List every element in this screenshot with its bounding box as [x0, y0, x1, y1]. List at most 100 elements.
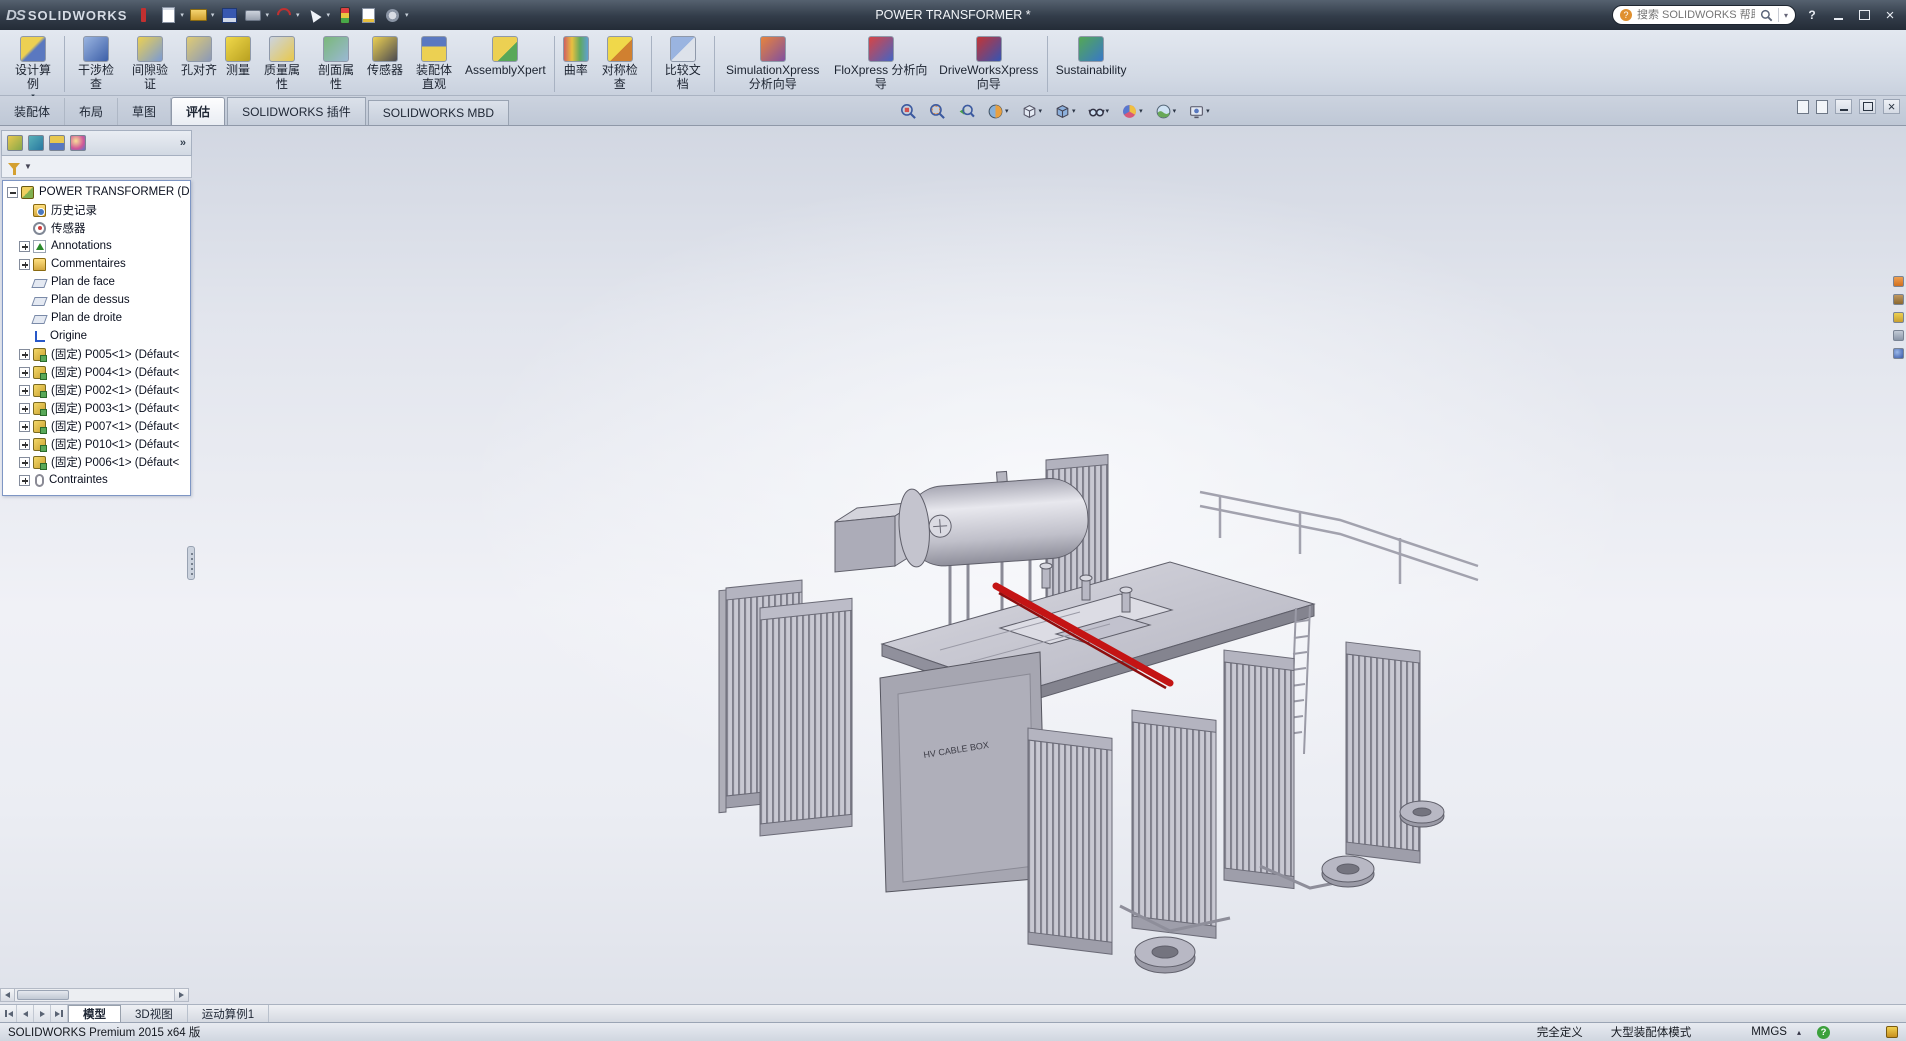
expand-icon[interactable] [19, 403, 30, 414]
view-palette-icon[interactable] [1893, 330, 1904, 341]
first-tab-button[interactable] [0, 1005, 17, 1022]
document-restore-button[interactable] [1859, 99, 1876, 114]
display-style-button[interactable] [1052, 101, 1078, 122]
save-button[interactable] [217, 3, 241, 27]
scroll-left-button[interactable] [1, 989, 15, 1001]
last-tab-button[interactable] [51, 1005, 68, 1022]
tree-item-annotations[interactable]: Annotations [3, 237, 190, 255]
undo-dropdown[interactable] [296, 11, 300, 19]
tree-item-plan-de-face[interactable]: Plan de face [3, 273, 190, 291]
ribbon-button-assembly-xpert[interactable]: AssemblyXpert [461, 33, 550, 79]
zoom-fit-button[interactable] [898, 101, 919, 122]
status-units[interactable]: MMGS [1751, 1026, 1787, 1038]
ribbon-button-interference-detection[interactable]: 干涉检查 [69, 33, 123, 93]
options-button[interactable] [381, 3, 405, 27]
print-dropdown[interactable] [265, 11, 269, 19]
expand-icon[interactable] [19, 367, 30, 378]
expand-icon[interactable] [19, 241, 30, 252]
filter-dropdown-icon[interactable] [24, 162, 32, 171]
next-tab-button[interactable] [34, 1005, 51, 1022]
tree-item-contraintes[interactable]: Contraintes [3, 471, 190, 489]
undo-button[interactable] [272, 3, 296, 27]
search-scope-icon[interactable] [1620, 9, 1632, 21]
ribbon-button-curvature[interactable]: 曲率 [559, 33, 593, 79]
tab-evaluate[interactable]: 评估 [171, 97, 225, 125]
apply-scene-button[interactable] [1153, 101, 1179, 122]
ribbon-button-assembly-visualization[interactable]: 装配体直观 [407, 33, 461, 93]
tree-item-plan-de-droite[interactable]: Plan de droite [3, 309, 190, 327]
tree-item-plan-de-dessus[interactable]: Plan de dessus [3, 291, 190, 309]
tree-filter-bar[interactable] [1, 156, 192, 178]
ribbon-button-hole-alignment[interactable]: 孔对齐 [177, 33, 221, 79]
ribbon-button-symmetry-check[interactable]: 对称检查 [593, 33, 647, 93]
section-view-button[interactable] [985, 101, 1011, 122]
collapse-icon[interactable] [7, 187, 18, 198]
ribbon-button-sensors[interactable]: 传感器 [363, 33, 407, 79]
new-document-dropdown[interactable] [180, 11, 184, 19]
search-input[interactable] [1637, 9, 1755, 21]
select-dropdown[interactable] [326, 11, 330, 19]
tree-root-item[interactable]: POWER TRANSFORMER (Dé [3, 183, 190, 201]
ribbon-button-sustainability[interactable]: Sustainability [1052, 33, 1131, 79]
open-dropdown[interactable] [211, 11, 215, 19]
ribbon-button-mass-properties[interactable]: 质量属性 [255, 33, 309, 93]
transformer-3d-model[interactable]: HV CABLE BOX [700, 426, 1500, 1004]
tree-item-origine[interactable]: Origine [3, 327, 190, 345]
select-button[interactable] [302, 3, 326, 27]
ribbon-button-section-properties[interactable]: 剖面属性 [309, 33, 363, 93]
edit-appearance-button[interactable] [1119, 101, 1145, 122]
print-button[interactable] [241, 3, 265, 27]
tree-item-p004[interactable]: (固定) P004<1> (Défaut< [3, 363, 190, 381]
tab-solidworks-addins[interactable]: SOLIDWORKS 插件 [227, 97, 366, 125]
view-orientation-button[interactable] [1019, 101, 1045, 122]
tree-horizontal-scrollbar[interactable] [0, 988, 189, 1002]
file-properties-button[interactable] [357, 3, 381, 27]
document-close-button[interactable] [1883, 99, 1900, 114]
search-icon[interactable] [1760, 9, 1773, 22]
ribbon-button-measure[interactable]: 测量 [221, 33, 255, 79]
view-settings-button[interactable] [1186, 101, 1212, 122]
hide-show-items-button[interactable] [1086, 101, 1112, 122]
rebuild-button[interactable] [333, 3, 357, 27]
scroll-right-button[interactable] [174, 989, 188, 1001]
quick-tips-icon[interactable] [1817, 1026, 1830, 1039]
tab-assembly[interactable]: 装配体 [0, 98, 65, 125]
tree-item-p006[interactable]: (固定) P006<1> (Défaut< [3, 453, 190, 471]
expand-icon[interactable] [19, 439, 30, 450]
tab-layout[interactable]: 布局 [65, 98, 118, 125]
doc-tab-model[interactable]: 模型 [68, 1005, 121, 1022]
tree-item-sensors[interactable]: 传感器 [3, 219, 190, 237]
prev-tab-button[interactable] [17, 1005, 34, 1022]
propertymanager-tab-icon[interactable] [28, 135, 44, 151]
ribbon-button-floxpress-wizard[interactable]: FloXpress 分析向导 [827, 33, 935, 93]
ribbon-button-design-study[interactable]: 设计算例 [6, 33, 60, 101]
tree-item-history[interactable]: 历史记录 [3, 201, 190, 219]
maximize-button[interactable] [1854, 6, 1874, 24]
doc-tab-3d-views[interactable]: 3D视图 [121, 1005, 188, 1022]
panel-splitter-handle[interactable] [187, 546, 195, 580]
tree-item-p005[interactable]: (固定) P005<1> (Défaut< [3, 345, 190, 363]
search-dropdown-icon[interactable] [1784, 11, 1788, 20]
minimize-button[interactable] [1828, 6, 1848, 24]
ribbon-button-simulationxpress-wizard[interactable]: SimulationXpress 分析向导 [719, 33, 827, 93]
tab-sketch[interactable]: 草图 [118, 98, 171, 125]
doc-tab-motion-study[interactable]: 运动算例1 [188, 1005, 269, 1022]
scrollbar-thumb[interactable] [17, 990, 69, 1000]
document-minimize-button[interactable] [1835, 99, 1852, 114]
ribbon-button-driveworksxpress-wizard[interactable]: DriveWorksXpress 向导 [935, 33, 1043, 93]
featuremanager-tab-icon[interactable] [7, 135, 23, 151]
configurationmanager-tab-icon[interactable] [49, 135, 65, 151]
tree-item-commentaires[interactable]: Commentaires [3, 255, 190, 273]
open-button[interactable] [187, 3, 211, 27]
tree-item-p002[interactable]: (固定) P002<1> (Défaut< [3, 381, 190, 399]
scrollbar-track[interactable] [15, 989, 174, 1001]
tree-item-p010[interactable]: (固定) P010<1> (Défaut< [3, 435, 190, 453]
expand-icon[interactable] [19, 385, 30, 396]
previous-view-button[interactable] [956, 101, 977, 122]
close-button[interactable] [1880, 6, 1900, 24]
panel-overflow-chevron[interactable]: » [180, 137, 186, 149]
expand-icon[interactable] [19, 421, 30, 432]
solidworks-resources-icon[interactable] [1893, 276, 1904, 287]
options-dropdown[interactable] [405, 11, 409, 19]
expand-icon[interactable] [19, 475, 30, 486]
